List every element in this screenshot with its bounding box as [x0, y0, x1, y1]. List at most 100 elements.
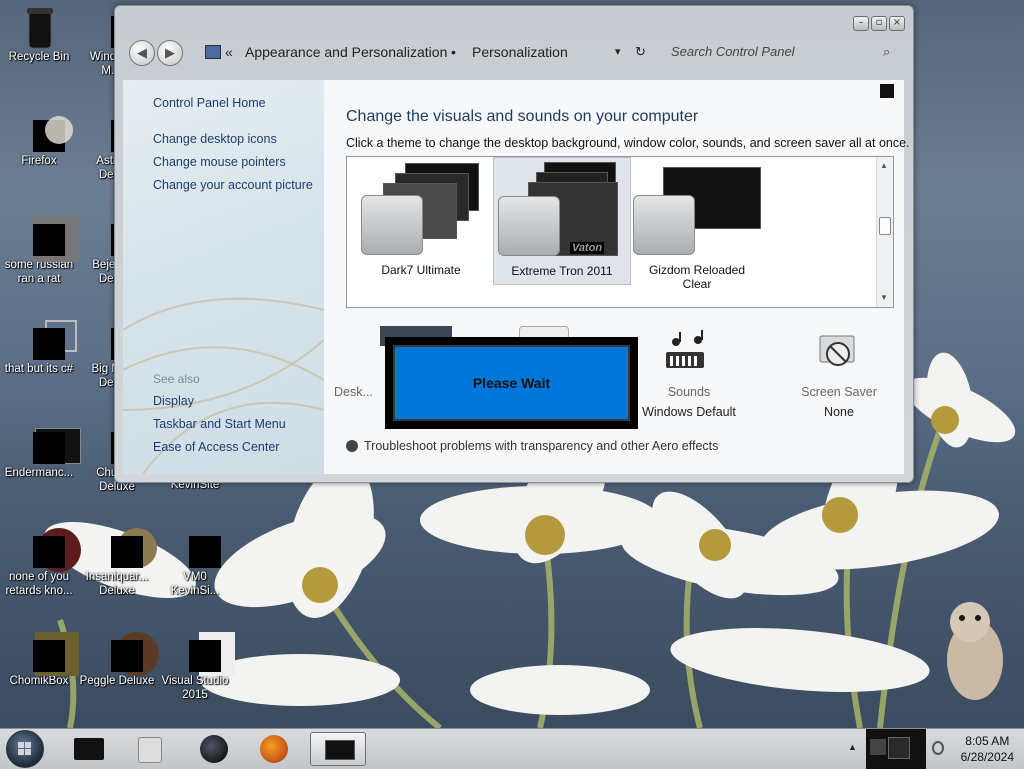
theme-dark7-ultimate[interactable]: Dark7 Ultimate [353, 157, 489, 283]
search-box[interactable]: Search Control Panel ⌕ [667, 40, 905, 64]
taskbar-item-app1[interactable] [64, 732, 114, 766]
desktop-icon-firefox[interactable]: Firefox [0, 110, 78, 168]
address-bar[interactable]: « Appearance and Personalization • Perso… [199, 40, 646, 64]
scroll-up-icon[interactable]: ▲ [880, 161, 888, 170]
theme-name: Gizdom Reloaded Clear [648, 263, 746, 291]
sounds-icon [662, 330, 712, 374]
troubleshoot-icon [346, 440, 358, 452]
desktop-icon-label: VM0 KevinSi... [170, 571, 220, 597]
ease-of-access-link[interactable]: Ease of Access Center [153, 440, 279, 454]
theme-color-swatch [498, 196, 560, 256]
breadcrumb-separator: • [451, 44, 456, 60]
scroll-down-icon[interactable]: ▼ [880, 293, 888, 302]
theme-color-swatch [361, 195, 423, 255]
troubleshoot-text: Troubleshoot problems with transparency … [364, 439, 719, 453]
app-icon [97, 630, 159, 676]
tray-app-icon[interactable] [870, 739, 886, 755]
please-wait-dialog: Please Wait [385, 337, 638, 429]
firefox-icon [260, 735, 288, 763]
clock-date: 6/28/2024 [960, 750, 1014, 764]
desktop-icon-insaniquarium[interactable]: Insaniquar... Deluxe [78, 526, 157, 598]
app-icon [200, 735, 228, 763]
desktop-icon-that-but-its-cs[interactable]: that but its c# [0, 318, 78, 376]
app-icon [74, 738, 104, 760]
tray-app-icon[interactable] [888, 737, 910, 759]
theme-extreme-tron-2011[interactable]: Vaton Extreme Tron 2011 [493, 157, 631, 285]
close-button[interactable]: × [889, 16, 905, 31]
address-dropdown-icon[interactable]: ▾ [615, 40, 621, 64]
media-player-icon [138, 737, 162, 763]
app-icon [19, 526, 81, 572]
desktop-icon-label: some russian ran a rat [4, 259, 74, 285]
maximize-button[interactable]: ▫ [871, 16, 887, 31]
app-icon [19, 630, 79, 676]
theme-list: Dark7 Ultimate Vaton Extreme Tron 2011 G… [346, 156, 894, 308]
taskbar-item-media-player[interactable] [124, 732, 174, 766]
taskbar-item-app3[interactable] [188, 732, 238, 766]
volume-icon[interactable] [932, 741, 944, 755]
desktop-icon-label: that but its c# [4, 363, 74, 375]
help-icon[interactable] [880, 84, 894, 98]
desktop-icon-some-russian[interactable]: some russian ran a rat [0, 214, 79, 286]
forward-button[interactable]: ▶ [157, 40, 183, 66]
sounds-value: Windows Default [642, 405, 736, 419]
taskbar: ▲ 8:05 AM 6/28/2024 [0, 728, 1024, 769]
see-also-header: See also [153, 372, 200, 386]
desktop-icon-visual-studio[interactable]: Visual Studio 2015 [156, 630, 235, 702]
change-desktop-icons-link[interactable]: Change desktop icons [153, 132, 277, 146]
troubleshoot-link[interactable]: Troubleshoot problems with transparency … [346, 439, 718, 453]
taskbar-item-personalization[interactable] [310, 732, 366, 766]
clock[interactable]: 8:05 AM 6/28/2024 [961, 733, 1014, 765]
address-chevron[interactable]: « [225, 40, 233, 64]
desktop-icon-label: Recycle Bin [8, 51, 70, 63]
back-button[interactable]: ◀ [129, 40, 155, 66]
desktop-icon-chomikbox[interactable]: ChomikBox [0, 630, 79, 688]
change-mouse-pointers-link[interactable]: Change mouse pointers [153, 155, 286, 169]
theme-badge: Vaton [570, 242, 605, 254]
app-icon [19, 422, 81, 464]
breadcrumb-appearance[interactable]: Appearance and Personalization [245, 40, 447, 64]
desktop-icon-label: Peggle Deluxe [79, 675, 155, 687]
personalization-icon [325, 740, 355, 760]
ie-icon [19, 214, 79, 262]
please-wait-message: Please Wait [472, 375, 551, 391]
recycle-bin-icon [19, 6, 59, 49]
screen-saver-value: None [824, 405, 854, 419]
desktop-icon-label: Visual Studio 2015 [161, 675, 229, 701]
start-button[interactable] [6, 730, 44, 768]
show-hidden-icons-button[interactable]: ▲ [848, 742, 857, 752]
theme-list-scrollbar[interactable]: ▲ ▼ [876, 157, 893, 307]
breadcrumb-personalization[interactable]: Personalization [472, 40, 568, 64]
theme-name: Extreme Tron 2011 [511, 264, 613, 278]
app-icon [97, 526, 157, 568]
desktop-icon-recycle-bin[interactable]: Recycle Bin [0, 6, 78, 64]
desktop-icon-peggle[interactable]: Peggle Deluxe [78, 630, 159, 688]
desktop-icon-vm0[interactable]: VM0 KevinSi... [156, 526, 234, 598]
navigation-bar: ◀ ▶ « Appearance and Personalization • P… [127, 38, 905, 66]
screen-saver-label: Screen Saver [801, 385, 877, 399]
search-icon[interactable]: ⌕ [883, 40, 890, 64]
desktop-icon-label: Insaniquar... Deluxe [85, 571, 149, 597]
desktop-icon-none-of-you[interactable]: none of you retards kno... [0, 526, 81, 598]
control-panel-home-link[interactable]: Control Panel Home [153, 96, 266, 110]
tray-icons [866, 729, 926, 769]
desktop-icon-endermanch[interactable]: Endermanc... [0, 422, 81, 480]
page-title: Change the visuals and sounds on your co… [346, 108, 699, 125]
theme-gizdom-reloaded-clear[interactable]: Gizdom Reloaded Clear [629, 157, 765, 291]
minimize-button[interactable]: – [853, 16, 869, 31]
page-subtitle: Click a theme to change the desktop back… [346, 136, 910, 150]
display-link[interactable]: Display [153, 394, 194, 408]
sounds-label: Sounds [667, 385, 711, 399]
sidebar: Control Panel Home Change desktop icons … [123, 80, 324, 474]
taskbar-item-firefox[interactable] [248, 732, 298, 766]
scrollbar-thumb[interactable] [879, 217, 891, 235]
change-account-picture-link[interactable]: Change your account picture [153, 178, 313, 192]
taskbar-start-menu-link[interactable]: Taskbar and Start Menu [153, 417, 286, 431]
caption-buttons: – ▫ × [853, 16, 905, 31]
search-input[interactable]: Search Control Panel [671, 40, 795, 64]
theme-color-swatch [633, 195, 695, 255]
app-icon [19, 318, 77, 360]
refresh-icon[interactable]: ↻ [635, 40, 646, 64]
visual-studio-icon [175, 630, 235, 676]
theme-name: Dark7 Ultimate [381, 263, 461, 277]
